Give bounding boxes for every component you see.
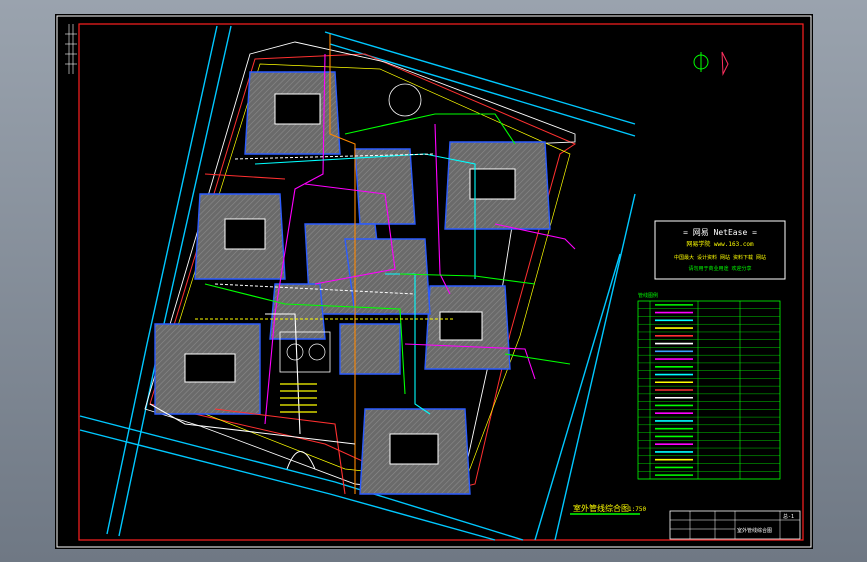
buildings bbox=[154, 71, 551, 495]
court-circle bbox=[308, 343, 326, 361]
stamp-brand: = 网易 NetEase = bbox=[683, 228, 757, 237]
title-block-name: 室外管线综合图 bbox=[737, 527, 772, 534]
court-circle bbox=[286, 343, 304, 361]
arc-feature bbox=[286, 451, 316, 470]
site-plan-drawing: 室外管线综合图 1:750 = 网易 NetEase = 网易学院 www.16… bbox=[56, 15, 812, 548]
binding-ticks bbox=[65, 24, 77, 74]
stamp-site: 网易学院 www.163.com bbox=[686, 240, 754, 248]
title-block-sheet: 总-1 bbox=[783, 513, 794, 520]
title-block-grid bbox=[670, 511, 800, 539]
fountain bbox=[388, 83, 422, 117]
plan-title: 室外管线综合图 bbox=[573, 503, 629, 513]
stamp-line4: 请勿用于商业用途 欢迎分享 bbox=[688, 265, 751, 272]
cad-viewport[interactable]: 室外管线综合图 1:750 = 网易 NetEase = 网易学院 www.16… bbox=[55, 14, 813, 549]
legend-title: 管线图例 bbox=[638, 292, 658, 299]
plan-scale: 1:750 bbox=[628, 506, 646, 513]
north-arrow-icon bbox=[693, 51, 729, 76]
legend-rows bbox=[638, 304, 780, 480]
stamp-line3: 中国最大 设计资料 网站 资料下载 网站 bbox=[674, 254, 766, 261]
